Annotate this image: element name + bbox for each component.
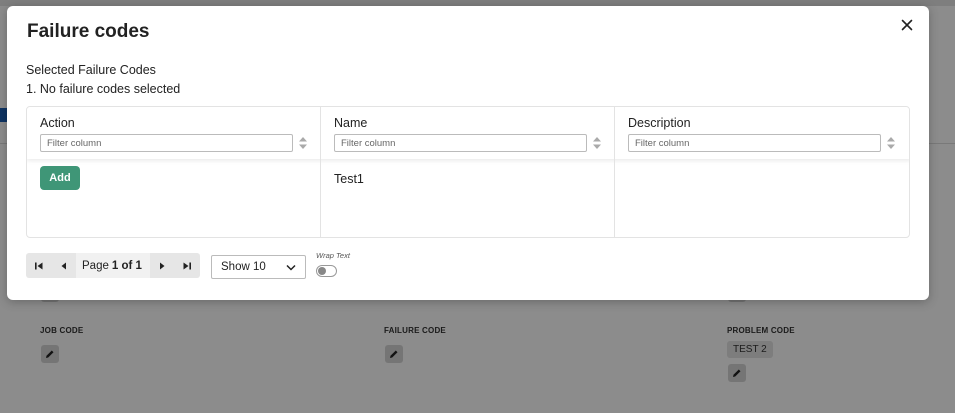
previous-page-icon: [61, 262, 66, 269]
table-cell-name: Test1: [334, 172, 364, 186]
first-page-button[interactable]: [26, 253, 51, 278]
failure-codes-table: Action Add Name Test1 Description: [26, 106, 910, 238]
add-button[interactable]: Add: [40, 166, 80, 190]
page-size-value: Show 10: [221, 261, 266, 273]
page-current: 1: [111, 259, 119, 272]
page-indicator: Page 1 of 1: [76, 253, 150, 278]
page-separator: of: [121, 259, 133, 272]
pagination: Page 1 of 1: [26, 253, 200, 278]
failure-codes-modal: Failure codes Selected Failure Codes 1. …: [7, 6, 929, 300]
column-action: Action Add: [27, 107, 321, 237]
selected-codes-item: 1. No failure codes selected: [26, 82, 181, 96]
first-page-icon: [34, 262, 42, 269]
last-page-button[interactable]: [174, 253, 200, 278]
last-page-icon: [183, 262, 192, 269]
next-page-icon: [160, 262, 165, 269]
sort-icon[interactable]: [592, 136, 602, 150]
filter-input-action[interactable]: [40, 134, 293, 152]
filter-input-description[interactable]: [628, 134, 881, 152]
column-header-action: Action: [40, 116, 75, 130]
sort-icon[interactable]: [298, 136, 308, 150]
column-name: Name Test1: [321, 107, 615, 237]
previous-page-button[interactable]: [51, 253, 76, 278]
filter-input-name[interactable]: [334, 134, 587, 152]
page-total: 1: [135, 259, 142, 272]
chevron-down-icon: [286, 264, 296, 271]
selected-codes-heading: Selected Failure Codes: [26, 63, 156, 77]
toggle-knob: [318, 267, 326, 275]
column-header-name: Name: [334, 116, 368, 130]
column-header-description: Description: [628, 116, 691, 130]
close-icon[interactable]: [899, 17, 915, 33]
modal-title: Failure codes: [27, 21, 150, 42]
page-size-select[interactable]: Show 10: [211, 255, 306, 279]
next-page-button[interactable]: [149, 253, 175, 278]
page-prefix: Page: [82, 259, 109, 272]
column-description: Description: [615, 107, 909, 237]
wrap-text-label: Wrap Text: [316, 251, 350, 260]
sort-icon[interactable]: [886, 136, 896, 150]
wrap-text-toggle[interactable]: [316, 265, 337, 277]
